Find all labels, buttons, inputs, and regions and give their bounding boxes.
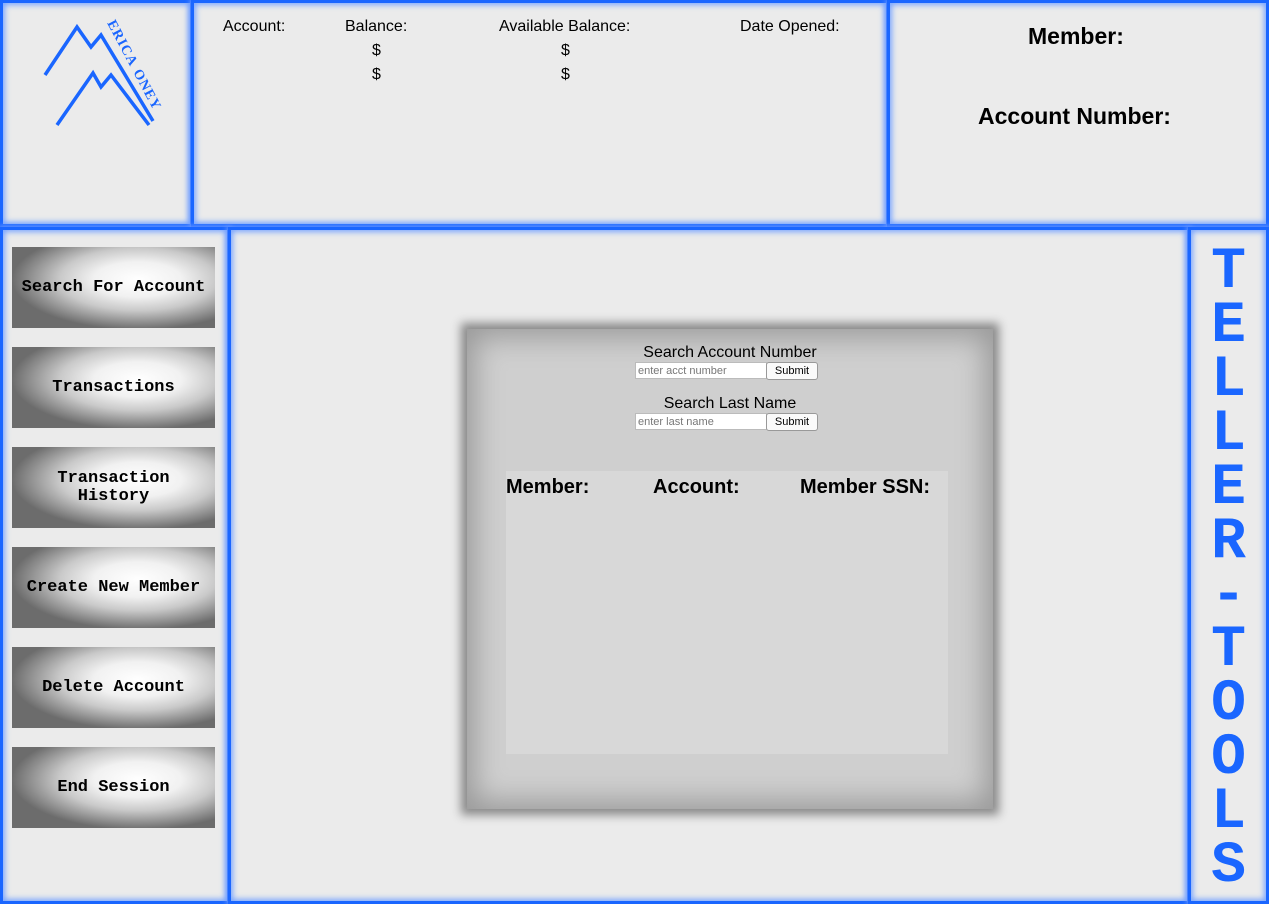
last-name-submit-button[interactable]: Submit (766, 413, 818, 431)
nav-sidebar: Search For Account Transactions Transact… (0, 227, 230, 904)
account-number-label: Account Number: (978, 103, 1171, 129)
search-for-account-button[interactable]: Search For Account (12, 247, 215, 328)
account-search-box: Search Account Number Submit Search Last… (467, 329, 993, 809)
results-ssn-header: Member SSN: (800, 476, 931, 498)
account-available-value: $ (561, 42, 570, 59)
title-letter: - (1211, 564, 1246, 629)
account-number-submit-button[interactable]: Submit (766, 362, 818, 380)
logo-panel: ERICA ONEY (0, 0, 193, 227)
title-letter: L (1211, 780, 1246, 845)
delete-account-button[interactable]: Delete Account (12, 647, 215, 728)
account-balance-value: $ (372, 66, 381, 83)
title-letter: L (1211, 402, 1246, 467)
transactions-button[interactable]: Transactions (12, 347, 215, 428)
title-letter: O (1211, 672, 1246, 737)
search-account-number-title: Search Account Number (643, 344, 817, 361)
account-available-value: $ (561, 66, 570, 83)
title-letter: R (1211, 510, 1246, 575)
balance-column-header: Balance: (345, 18, 408, 35)
create-new-member-button[interactable]: Create New Member (12, 547, 215, 628)
last-name-input[interactable] (635, 413, 767, 430)
teller-tools-title: TELLER-TOOLS (1191, 240, 1266, 899)
logo-text-top: ERICA (103, 18, 140, 69)
member-info-panel: Member: Account Number: (887, 0, 1269, 227)
title-letter: T (1211, 240, 1246, 305)
transaction-history-button[interactable]: Transaction History (12, 447, 215, 528)
side-title-panel: TELLER-TOOLS (1188, 227, 1269, 904)
mountain-logo-icon: ERICA ONEY (43, 18, 164, 127)
title-letter: O (1211, 726, 1246, 791)
account-number-input[interactable] (635, 362, 767, 379)
available-balance-column-header: Available Balance: (499, 18, 631, 35)
search-last-name-title: Search Last Name (663, 395, 797, 412)
search-results-table: Member: Account: Member SSN: (506, 471, 948, 754)
title-letter: S (1211, 834, 1246, 899)
account-balance-value: $ (372, 42, 381, 59)
main-content-panel: Search Account Number Submit Search Last… (228, 227, 1190, 904)
title-letter: E (1211, 294, 1246, 359)
date-opened-column-header: Date Opened: (740, 18, 840, 35)
results-member-header: Member: (506, 476, 590, 498)
results-account-header: Account: (653, 476, 740, 498)
account-column-header: Account: (223, 18, 286, 35)
title-letter: E (1211, 456, 1246, 521)
accounts-panel: Account: Balance: Available Balance: Dat… (191, 0, 889, 227)
title-letter: L (1211, 348, 1246, 413)
end-session-button[interactable]: End Session (12, 747, 215, 828)
member-label: Member: (1028, 23, 1124, 49)
title-letter: T (1211, 618, 1246, 683)
